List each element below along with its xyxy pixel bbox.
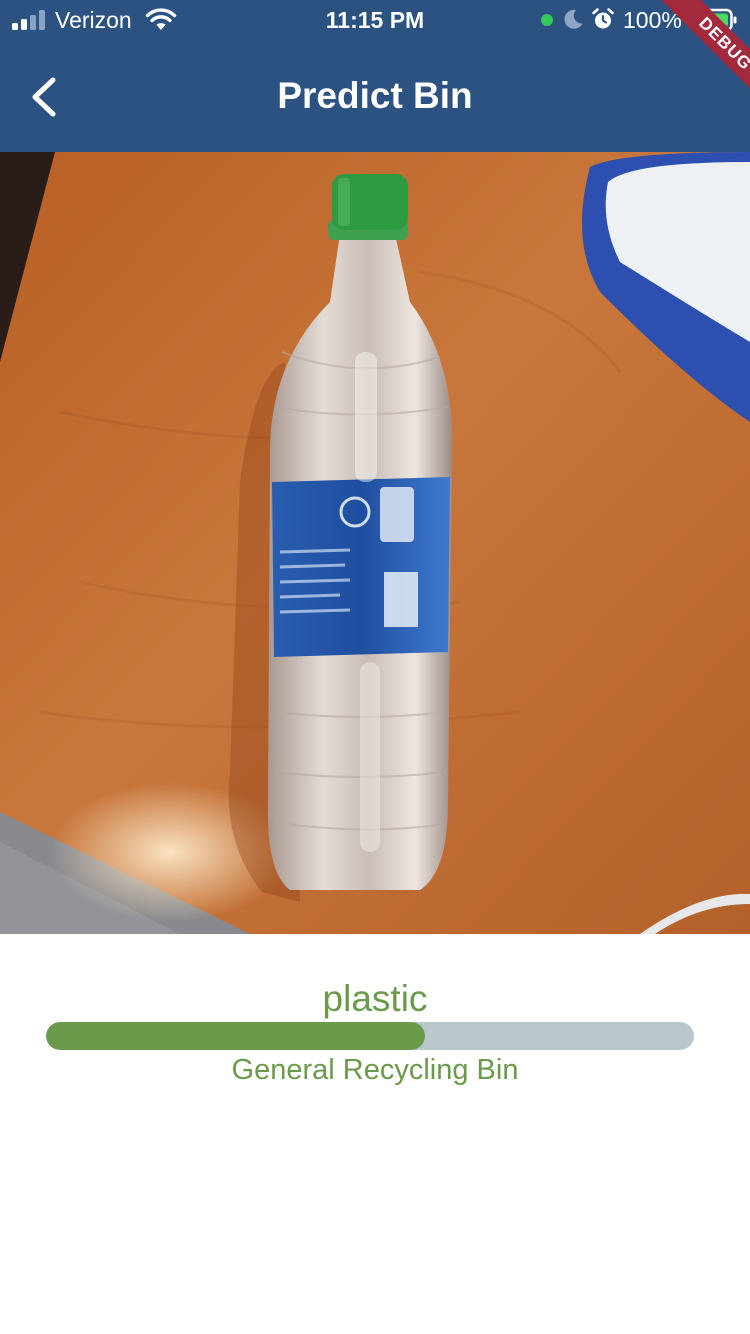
- confidence-bar-fill: [46, 1022, 426, 1050]
- page-title: Predict Bin: [277, 75, 473, 116]
- moon-icon: [564, 9, 583, 29]
- predicted-material-label: plastic: [322, 978, 428, 1019]
- alarm-icon: [592, 8, 614, 29]
- camera-in-use-dot: [541, 14, 553, 26]
- confidence-bar: [46, 1022, 694, 1050]
- status-bar: Verizon 11:15 PM 100%: [0, 0, 750, 40]
- predicted-bin-label: General Recycling Bin: [231, 1054, 519, 1086]
- photo-image: [0, 152, 750, 934]
- app-bar: Verizon 11:15 PM 100% Predict Bin DEBUG: [0, 0, 750, 152]
- back-button[interactable]: [20, 68, 70, 126]
- captured-photo: [0, 152, 750, 934]
- prediction-panel: plastic General Recycling Bin: [0, 934, 750, 1334]
- chevron-left-icon: [32, 77, 56, 117]
